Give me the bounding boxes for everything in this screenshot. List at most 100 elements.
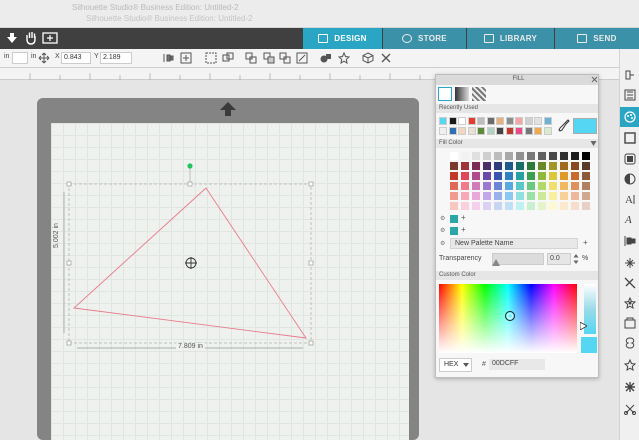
rotate-handle[interactable] (187, 163, 193, 169)
fill-color-swatch[interactable] (538, 192, 546, 200)
resize-handle-e[interactable] (308, 260, 314, 266)
recent-color-swatch[interactable] (467, 127, 476, 135)
3d-box-icon[interactable] (362, 52, 374, 64)
distribute-icon[interactable] (180, 52, 192, 64)
fill-color-swatch[interactable] (516, 152, 524, 160)
fill-color-swatch[interactable] (494, 152, 502, 160)
resize-handle-ne[interactable] (308, 181, 314, 187)
font-icon[interactable]: A (624, 213, 636, 225)
resize-handle-se[interactable] (308, 340, 314, 346)
recent-color-swatch[interactable] (477, 127, 485, 135)
fill-color-swatch[interactable] (461, 202, 469, 210)
fill-color-swatch[interactable] (494, 172, 502, 180)
hex-value-field[interactable]: 00DCFF (489, 359, 545, 370)
fill-color-swatch[interactable] (494, 182, 502, 190)
weld-icon[interactable] (320, 52, 332, 64)
fill-color-swatch[interactable] (549, 192, 557, 200)
fill-color-swatch[interactable] (494, 202, 502, 210)
fill-color-swatch[interactable] (483, 192, 491, 200)
fill-color-swatch[interactable] (505, 152, 513, 160)
recent-color-swatch[interactable] (477, 117, 485, 125)
recent-color-swatch[interactable] (448, 117, 457, 125)
tab-store[interactable]: STORE (383, 28, 466, 49)
tab-library[interactable]: LIBRARY (467, 28, 554, 49)
recent-color-swatch[interactable] (524, 127, 533, 135)
fill-color-swatch[interactable] (571, 162, 579, 170)
recent-color-swatch[interactable] (505, 117, 514, 125)
fill-color-swatch[interactable] (549, 172, 557, 180)
group-icon[interactable] (205, 52, 217, 64)
fill-color-swatch[interactable] (582, 152, 590, 160)
fill-color-swatch[interactable] (516, 162, 524, 170)
resize-handle-nw[interactable] (66, 181, 72, 187)
line-panel-icon[interactable] (624, 132, 636, 144)
panel-close-icon[interactable] (591, 76, 598, 83)
add-to-palette-icon-2[interactable]: + (461, 225, 466, 234)
send-panel-icon[interactable] (624, 69, 636, 81)
fill-color-swatch[interactable] (461, 152, 469, 160)
fill-color-swatch[interactable] (516, 202, 524, 210)
fill-color-swatch[interactable] (472, 172, 480, 180)
fill-panel-header[interactable]: FILL (436, 75, 598, 85)
align-icon[interactable] (162, 52, 174, 64)
fill-color-swatch[interactable] (450, 162, 458, 170)
shadow-panel-icon[interactable] (624, 153, 636, 165)
eyedropper-icon[interactable] (558, 119, 570, 133)
fill-color-swatch[interactable] (483, 152, 491, 160)
palette-gear-icon-3[interactable]: ⚙ (440, 240, 445, 247)
close-icon[interactable] (380, 52, 392, 64)
color-picker-cursor[interactable] (504, 310, 516, 322)
solid-fill-button[interactable] (438, 87, 452, 101)
tab-design[interactable]: DESIGN (303, 28, 382, 49)
fill-color-swatch[interactable] (560, 192, 568, 200)
fill-color-swatch[interactable] (571, 182, 579, 190)
recent-color-swatch[interactable] (486, 117, 495, 125)
fill-color-swatch[interactable] (494, 162, 502, 170)
fill-color-swatch[interactable] (472, 192, 480, 200)
fill-color-swatch[interactable] (472, 182, 480, 190)
fill-color-swatch[interactable] (472, 202, 480, 210)
fill-color-swatch[interactable] (571, 192, 579, 200)
y-position-field[interactable]: 2.189 (100, 52, 132, 64)
fill-color-swatch[interactable] (527, 152, 535, 160)
fill-color-swatch[interactable] (527, 202, 535, 210)
fill-color-swatch[interactable] (527, 192, 535, 200)
fill-color-swatch[interactable] (527, 162, 535, 170)
recent-color-swatch[interactable] (439, 117, 447, 125)
fill-color-swatch[interactable] (505, 202, 513, 210)
recent-color-swatch[interactable] (439, 127, 447, 135)
fill-color-swatch[interactable] (450, 182, 458, 190)
recent-color-swatch[interactable] (524, 117, 533, 125)
resize-handle-w[interactable] (66, 260, 72, 266)
recent-color-swatch[interactable] (458, 117, 466, 125)
recent-color-swatch[interactable] (515, 117, 523, 125)
fill-color-swatch[interactable] (549, 152, 557, 160)
duplicate-icon[interactable] (245, 52, 257, 64)
star-icon[interactable] (624, 359, 636, 371)
center-crosshair-icon[interactable] (185, 257, 197, 269)
fill-color-swatch[interactable] (527, 182, 535, 190)
fill-color-swatch[interactable] (582, 172, 590, 180)
fill-color-swatch[interactable] (582, 162, 590, 170)
page-view-icon[interactable] (42, 32, 58, 44)
library-panel-icon[interactable] (624, 89, 636, 101)
palette-gear-icon[interactable]: ⚙ (440, 215, 445, 222)
fill-color-swatch[interactable] (472, 162, 480, 170)
trace-icon[interactable] (624, 337, 636, 349)
recent-color-swatch[interactable] (496, 127, 504, 135)
fill-color-swatch[interactable] (461, 182, 469, 190)
fill-color-swatch[interactable] (505, 192, 513, 200)
fill-color-swatch[interactable] (582, 182, 590, 190)
fill-color-swatch[interactable] (472, 152, 480, 160)
fill-color-swatch[interactable] (461, 162, 469, 170)
transparency-stepper[interactable] (573, 253, 579, 265)
collapse-triangle-icon[interactable] (590, 140, 597, 147)
palette-gear-icon-2[interactable]: ⚙ (440, 227, 445, 234)
add-palette-icon[interactable]: + (583, 238, 588, 247)
fill-color-swatch[interactable] (505, 182, 513, 190)
fill-color-swatch[interactable] (549, 182, 557, 190)
fill-color-swatch[interactable] (516, 182, 524, 190)
fill-panel-tab[interactable] (620, 107, 639, 127)
fill-color-swatch[interactable] (483, 182, 491, 190)
unit-field[interactable] (12, 52, 28, 64)
